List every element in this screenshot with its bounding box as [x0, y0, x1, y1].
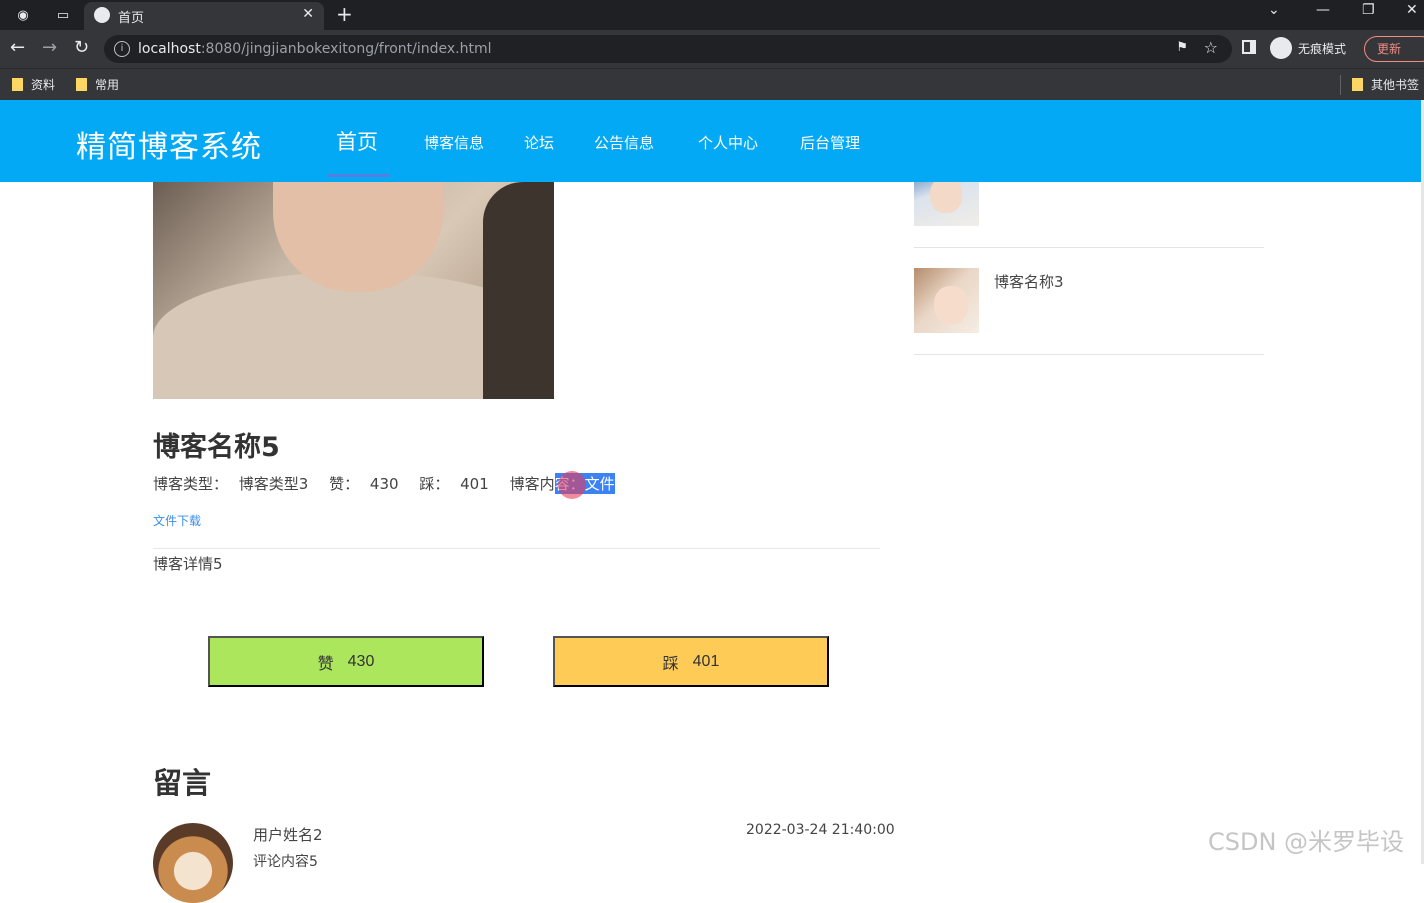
update-button[interactable]: 更新 — [1364, 36, 1424, 62]
blog-type-value: 博客类型3 — [238, 475, 309, 493]
mouse-cursor-highlight — [558, 471, 586, 499]
bookmarks-divider — [1340, 75, 1341, 95]
dislike-button[interactable]: 踩 401 — [553, 636, 829, 687]
blog-detail: 博客详情5 — [153, 555, 223, 573]
sidebar-blog-name[interactable]: 博客名称3 — [994, 271, 1064, 292]
watermark: CSDN @米罗毕设 — [1208, 828, 1405, 856]
sidebar-divider — [914, 247, 1264, 248]
cover-hood-shape — [483, 182, 554, 399]
comment-username: 用户姓名2 — [253, 826, 323, 844]
dislike-button-label: 踩 — [662, 655, 679, 673]
blog-cover-image — [153, 182, 554, 399]
tab-list-icon[interactable]: ⌄ — [1268, 2, 1280, 18]
nav-admin[interactable]: 后台管理 — [800, 132, 860, 153]
incognito-icon — [1270, 37, 1292, 59]
bookmark-label: 常用 — [95, 78, 120, 92]
folder-icon — [12, 78, 23, 91]
avatar — [153, 823, 233, 903]
site-info-icon[interactable]: i — [114, 41, 130, 57]
messages-title: 留言 — [153, 766, 212, 800]
content-label: 博客内 — [509, 475, 555, 493]
incognito-indicator[interactable]: 无痕模式 — [1270, 37, 1346, 59]
back-icon[interactable]: ← — [10, 38, 25, 58]
blog-title: 博客名称5 — [153, 432, 280, 463]
like-button[interactable]: 赞 430 — [208, 636, 484, 687]
content-value: 文件 — [584, 473, 615, 494]
forward-icon[interactable]: → — [42, 38, 57, 58]
active-tab[interactable]: 首页 ✕ — [84, 2, 324, 30]
like-value: 430 — [369, 475, 399, 493]
folder-icon — [76, 78, 87, 91]
nav-personal-center[interactable]: 个人中心 — [698, 132, 758, 153]
dislike-button-count: 401 — [692, 652, 720, 670]
other-bookmarks-label: 其他书签 — [1371, 78, 1420, 92]
new-tab-icon[interactable]: + — [336, 2, 353, 26]
tab-title: 首页 — [118, 11, 145, 26]
url-text[interactable]: localhost:8080/jingjianbokexitong/front/… — [138, 41, 491, 57]
window-close-icon[interactable]: ✕ — [1406, 2, 1418, 18]
site-header: 精简博客系统 首页 博客信息 论坛 公告信息 个人中心 后台管理 — [0, 100, 1421, 182]
nav-announcements[interactable]: 公告信息 — [594, 132, 654, 153]
content-divider — [153, 548, 880, 549]
nav-home[interactable]: 首页 — [336, 126, 378, 156]
like-button-count: 430 — [347, 652, 375, 670]
tab-search-icon[interactable]: ▭ — [52, 4, 74, 26]
browser-tab-strip: ◉ ▭ 首页 ✕ + ⌄ — ❐ ✕ — [0, 0, 1424, 30]
minimize-icon[interactable]: — — [1316, 2, 1330, 18]
sidebar-thumbnail[interactable] — [914, 268, 979, 333]
restore-icon[interactable]: ❐ — [1362, 2, 1375, 18]
blog-type-label: 博客类型： — [153, 475, 229, 493]
address-bar[interactable]: i localhost:8080/jingjianbokexitong/fron… — [104, 35, 1232, 63]
side-panel-icon[interactable] — [1242, 40, 1256, 54]
browser-toolbar: ← → ↻ i localhost:8080/jingjianbokexiton… — [0, 30, 1424, 68]
folder-icon — [1352, 78, 1363, 91]
dislike-label: 踩： — [419, 475, 450, 493]
dislike-value: 401 — [460, 475, 489, 493]
sidebar-divider — [914, 354, 1264, 355]
thumbnail-face-shape — [930, 177, 962, 213]
incognito-label: 无痕模式 — [1298, 41, 1347, 56]
reload-icon[interactable]: ↻ — [74, 38, 89, 58]
url-path: :8080/jingjianbokexitong/front/index.htm… — [200, 41, 492, 57]
nav-forum[interactable]: 论坛 — [524, 132, 554, 153]
url-host: localhost — [138, 41, 201, 57]
active-nav-indicator — [328, 174, 390, 177]
bookmark-folder[interactable]: 常用 — [76, 76, 119, 93]
bookmark-label: 资料 — [31, 78, 56, 92]
thumbnail-face-shape — [934, 286, 968, 324]
globe-icon — [94, 7, 110, 23]
bookmarks-bar: 资料 常用 其他书签 — [0, 68, 1424, 100]
comment-time: 2022-03-24 21:40:00 — [746, 822, 895, 838]
other-bookmarks[interactable]: 其他书签 — [1352, 76, 1419, 93]
translate-icon[interactable]: ⚑ — [1176, 40, 1188, 55]
bookmark-folder[interactable]: 资料 — [12, 76, 55, 93]
like-button-label: 赞 — [317, 655, 334, 673]
like-label: 赞： — [329, 475, 360, 493]
file-download-link[interactable]: 文件下载 — [153, 512, 201, 529]
browser-menu-icon[interactable]: ◉ — [12, 4, 34, 26]
comment-content: 评论内容5 — [253, 854, 318, 870]
nav-blog-info[interactable]: 博客信息 — [424, 132, 484, 153]
site-logo[interactable]: 精简博客系统 — [76, 122, 262, 166]
close-tab-icon[interactable]: ✕ — [302, 6, 314, 22]
blog-meta: 博客类型： 博客类型3 赞： 430 踩： 401 博客内容：文件 — [153, 473, 615, 494]
bookmark-star-icon[interactable]: ☆ — [1204, 38, 1218, 57]
